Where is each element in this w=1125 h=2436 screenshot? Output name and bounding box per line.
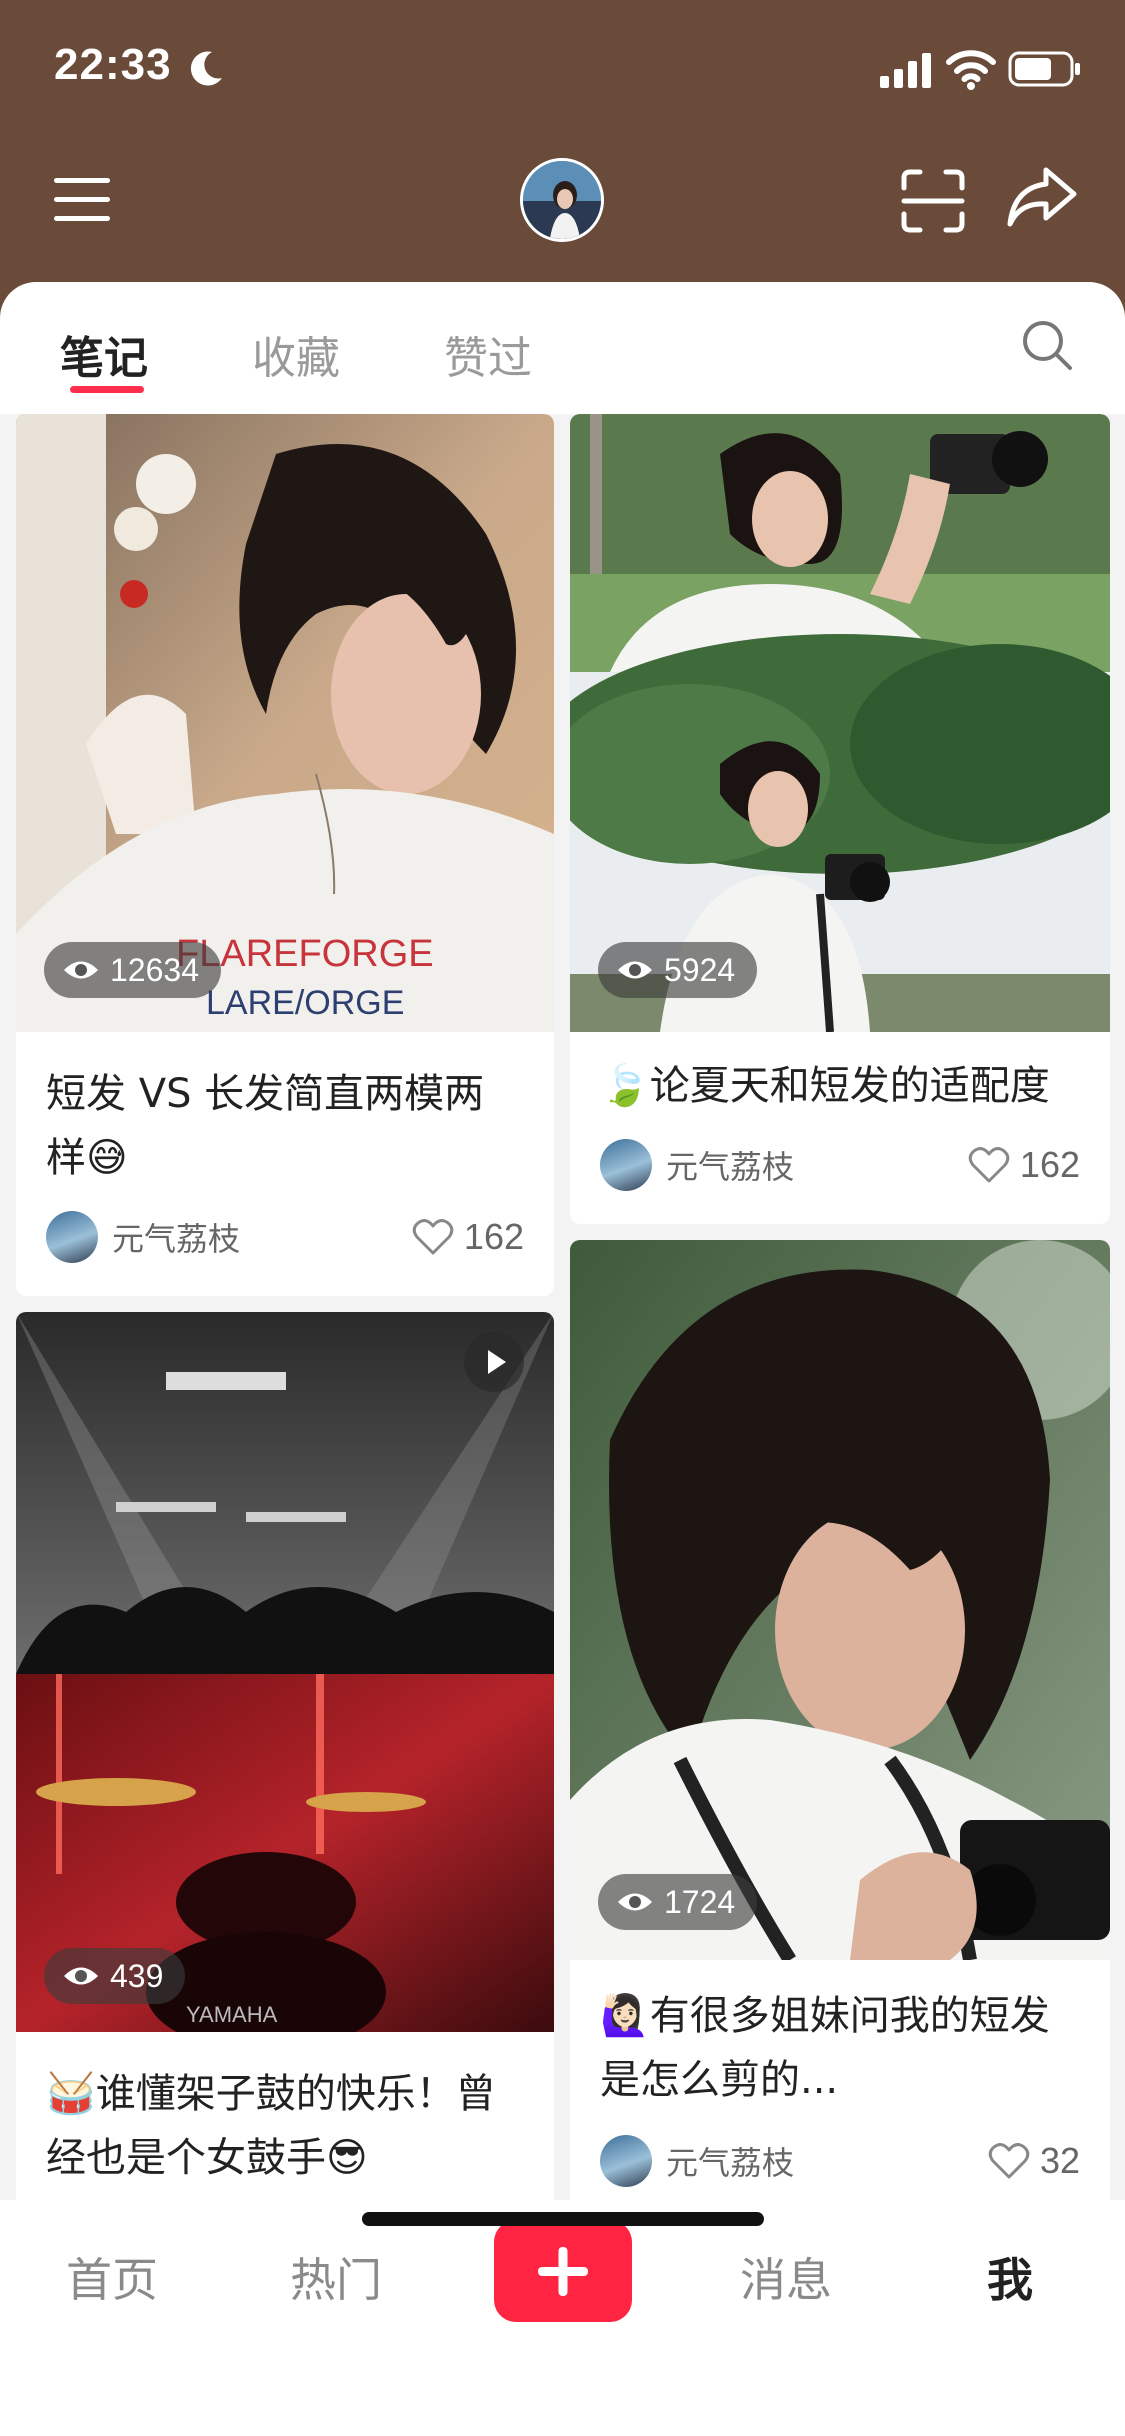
note-card[interactable]: FLAREFORGE LARE/ORGE 12634 短发 VS 长发简直两模两… xyxy=(16,414,554,1296)
note-meta: 元气荔枝 32 xyxy=(600,2134,1080,2188)
like-count: 162 xyxy=(463,1216,524,1257)
moon-icon xyxy=(190,51,222,86)
eye-icon xyxy=(618,1893,652,1911)
author-avatar[interactable] xyxy=(600,1139,652,1191)
note-card[interactable]: 5924 🍃论夏天和短发的适配度 元气荔枝 162 xyxy=(570,414,1110,1224)
note-title[interactable]: 短发 VS 长发简直两模两样😅 xyxy=(46,1062,524,1190)
heart-icon xyxy=(968,1147,1010,1183)
views-count: 439 xyxy=(110,1957,164,1994)
heart-icon xyxy=(412,1219,454,1255)
avatar[interactable] xyxy=(520,158,604,242)
wifi-icon xyxy=(946,50,996,90)
note-cover-image xyxy=(570,1240,1110,1960)
note-title[interactable]: 🙋🏻‍♀️有很多姐妹问我的短发是怎么剪的... xyxy=(600,1984,1080,2112)
nav-trending[interactable]: 热门 xyxy=(266,2244,406,2310)
like-count: 162 xyxy=(1019,1144,1080,1185)
profile-header: 22:33 xyxy=(0,0,1125,320)
views-badge: 5924 xyxy=(598,942,758,998)
notes-feed: FLAREFORGE LARE/ORGE 12634 短发 VS 长发简直两模两… xyxy=(0,414,1125,2200)
views-badge: 439 xyxy=(44,1948,186,2004)
active-tab-indicator xyxy=(70,386,144,393)
eye-icon xyxy=(618,961,652,979)
play-icon xyxy=(488,1350,506,1374)
drum-brand-label: YAMAHA xyxy=(186,2002,278,2027)
heart-icon xyxy=(988,2143,1030,2179)
battery-icon xyxy=(1008,51,1080,87)
views-count: 12634 xyxy=(110,951,199,988)
status-bar: 22:33 xyxy=(0,0,1125,140)
note-card[interactable]: 1724 🙋🏻‍♀️有很多姐妹问我的短发是怎么剪的... 元气荔枝 32 xyxy=(570,1240,1110,2200)
plus-icon xyxy=(538,2247,588,2296)
shirt-print-bottom: LARE/ORGE xyxy=(206,984,404,1022)
nav-home[interactable]: 首页 xyxy=(42,2244,182,2310)
like-button[interactable]: 32 xyxy=(988,2140,1080,2182)
scan-icon[interactable] xyxy=(900,168,966,234)
note-meta: 元气荔枝 162 xyxy=(600,1138,1080,1192)
home-indicator xyxy=(362,2212,764,2226)
tab-favorites[interactable]: 收藏 xyxy=(252,322,340,386)
menu-icon[interactable] xyxy=(50,172,114,228)
tab-notes[interactable]: 笔记 xyxy=(60,322,148,386)
video-badge xyxy=(464,1332,524,1392)
nav-messages[interactable]: 消息 xyxy=(716,2244,856,2310)
share-icon[interactable] xyxy=(1006,164,1078,230)
note-cover-image: YAMAHA xyxy=(16,1312,554,2032)
note-card[interactable]: YAMAHA 439 🥁谁懂架子鼓的快乐！曾经也是个女鼓手😎 xyxy=(16,1312,554,2200)
create-note-button[interactable] xyxy=(494,2220,632,2322)
views-badge: 1724 xyxy=(598,1874,758,1930)
eye-icon xyxy=(64,961,98,979)
like-button[interactable]: 162 xyxy=(968,1144,1080,1186)
cellular-signal-icon xyxy=(880,53,931,88)
note-meta: 元气荔枝 162 xyxy=(46,1210,524,1264)
eye-icon xyxy=(64,1967,98,1985)
bottom-nav: 首页 热门 消息 我 xyxy=(0,2200,1125,2436)
author-name[interactable]: 元气荔枝 xyxy=(112,1214,412,1260)
author-avatar[interactable] xyxy=(600,2135,652,2187)
views-count: 5924 xyxy=(664,951,736,988)
author-avatar[interactable] xyxy=(46,1211,98,1263)
nav-me[interactable]: 我 xyxy=(940,2244,1080,2310)
like-count: 32 xyxy=(1039,2140,1080,2181)
note-cover-image xyxy=(570,414,1110,1032)
note-cover-image: FLAREFORGE LARE/ORGE xyxy=(16,414,554,1032)
search-icon[interactable] xyxy=(1020,318,1074,372)
author-name[interactable]: 元气荔枝 xyxy=(666,1142,968,1188)
author-name[interactable]: 元气荔枝 xyxy=(666,2138,988,2184)
tab-liked[interactable]: 赞过 xyxy=(444,322,532,386)
tab-bar: 笔记 收藏 赞过 xyxy=(0,282,1125,414)
note-title[interactable]: 🥁谁懂架子鼓的快乐！曾经也是个女鼓手😎 xyxy=(46,2062,524,2190)
views-badge: 12634 xyxy=(44,942,221,998)
views-count: 1724 xyxy=(664,1883,736,1920)
avatar-image xyxy=(523,161,601,239)
like-button[interactable]: 162 xyxy=(412,1216,524,1258)
note-title[interactable]: 🍃论夏天和短发的适配度 xyxy=(600,1054,1080,1118)
status-time: 22:33 xyxy=(54,40,172,89)
